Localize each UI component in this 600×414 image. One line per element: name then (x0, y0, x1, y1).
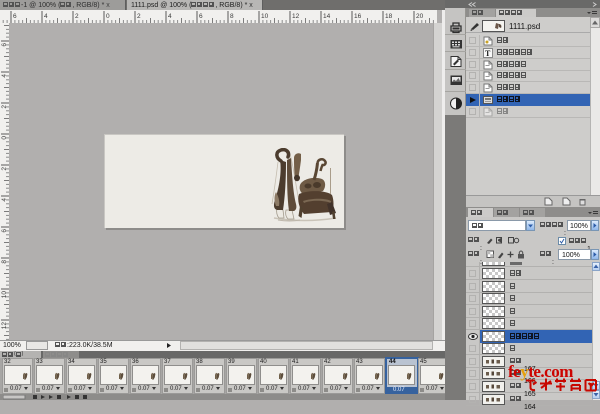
svg-text:20: 20 (416, 13, 424, 20)
svg-text:16: 16 (354, 13, 362, 20)
svg-text:T: T (485, 49, 491, 58)
svg-text:6: 6 (199, 13, 203, 20)
svg-text:0: 0 (106, 13, 110, 20)
svg-text:12: 12 (1, 322, 8, 330)
svg-text:2: 2 (75, 13, 79, 20)
svg-text:14: 14 (323, 13, 331, 20)
svg-text:0: 0 (1, 136, 8, 140)
svg-text:10: 10 (261, 13, 269, 20)
svg-text:4: 4 (168, 13, 172, 20)
svg-text:4: 4 (44, 13, 48, 20)
svg-text:4: 4 (1, 74, 8, 78)
svg-text:4: 4 (1, 198, 8, 202)
svg-text:6: 6 (1, 229, 8, 233)
svg-text:12: 12 (292, 13, 300, 20)
svg-text:18: 18 (385, 13, 393, 20)
svg-text:6: 6 (13, 13, 17, 20)
svg-text:2: 2 (1, 105, 8, 109)
svg-text:8: 8 (230, 13, 234, 20)
svg-text:2: 2 (1, 167, 8, 171)
svg-text:10: 10 (1, 291, 8, 299)
svg-text:2: 2 (137, 13, 141, 20)
svg-text:8: 8 (1, 260, 8, 264)
svg-text:6: 6 (1, 43, 8, 47)
